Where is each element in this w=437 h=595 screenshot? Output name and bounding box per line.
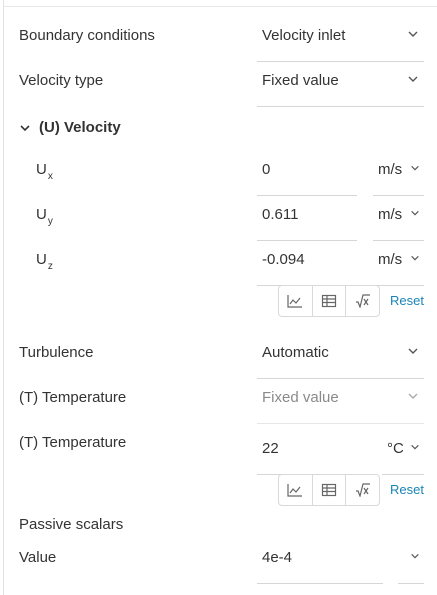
- formula-button[interactable]: [346, 475, 379, 505]
- line-chart-icon: [287, 295, 303, 308]
- boundary-conditions-label: Boundary conditions: [19, 27, 155, 44]
- chevron-down-icon: [411, 165, 419, 171]
- uy-value: 0.611: [262, 206, 299, 223]
- ux-unit-value: m/s: [378, 161, 403, 178]
- uz-label-sub: z: [47, 261, 53, 272]
- velocity-reset-link[interactable]: Reset: [390, 293, 424, 309]
- turbulence-row: Turbulence Automatic: [0, 343, 437, 383]
- chevron-down-icon: [408, 393, 418, 399]
- uz-unit-select[interactable]: m/s: [373, 250, 424, 286]
- table-icon: [321, 294, 337, 308]
- boundary-conditions-value: Velocity inlet: [262, 27, 346, 44]
- table-icon: [321, 483, 337, 497]
- chevron-down-icon: [408, 348, 418, 354]
- chart-button[interactable]: [279, 286, 313, 316]
- ux-label: Ux: [36, 160, 53, 182]
- formula-button[interactable]: [346, 286, 379, 316]
- uy-label-sub: y: [47, 216, 53, 227]
- temperature-value: 22: [262, 440, 279, 457]
- chevron-down-icon: [411, 444, 419, 450]
- uz-input[interactable]: -0.094: [257, 250, 357, 286]
- temperature-reset-link[interactable]: Reset: [390, 482, 424, 498]
- temperature-row: (T) Temperature 22 °C: [0, 433, 437, 475]
- temperature-unit-value: °C: [387, 440, 404, 457]
- chevron-down-icon: [408, 76, 418, 82]
- chevron-down-icon: [411, 553, 419, 559]
- ux-label-main: U: [36, 161, 47, 178]
- temperature-type-value: Fixed value: [262, 389, 339, 406]
- uy-label: Uy: [36, 205, 53, 227]
- ux-value: 0: [262, 161, 271, 178]
- ux-input[interactable]: 0: [257, 160, 357, 196]
- velocity-section-toggle[interactable]: (U) Velocity: [19, 118, 121, 138]
- uy-input[interactable]: 0.611: [257, 205, 357, 241]
- uz-label-main: U: [36, 251, 47, 268]
- line-chart-icon: [287, 484, 303, 497]
- scalar-value-label: Value: [19, 549, 57, 566]
- velocity-type-label: Velocity type: [19, 72, 104, 89]
- temperature-input[interactable]: 22: [257, 439, 367, 475]
- ux-unit-select[interactable]: m/s: [373, 160, 424, 196]
- uz-label: Uz: [36, 250, 53, 272]
- chevron-down-icon: [411, 210, 419, 216]
- turbulence-label: Turbulence: [19, 344, 94, 361]
- velocity-type-value: Fixed value: [262, 72, 339, 89]
- table-button[interactable]: [313, 475, 347, 505]
- scalar-value-value: 4e-4: [262, 549, 293, 566]
- ux-label-sub: x: [47, 171, 53, 182]
- passive-scalars-label: Passive scalars: [19, 516, 124, 533]
- uy-unit-value: m/s: [378, 206, 403, 223]
- temperature-type-row: (T) Temperature Fixed value: [0, 388, 437, 428]
- chevron-down-icon: [411, 255, 419, 261]
- temperature-toolbar: [278, 474, 380, 506]
- boundary-conditions-row: Boundary conditions Velocity inlet: [0, 26, 437, 66]
- velocity-type-row: Velocity type Fixed value: [0, 71, 437, 111]
- square-root-icon: [355, 483, 370, 497]
- table-button[interactable]: [313, 286, 347, 316]
- scalar-unit-select[interactable]: [398, 548, 424, 584]
- turbulence-value: Automatic: [262, 344, 329, 361]
- velocity-type-select[interactable]: Fixed value: [257, 71, 424, 107]
- temperature-label: (T) Temperature: [19, 434, 127, 451]
- square-root-icon: [355, 294, 370, 308]
- uz-unit-value: m/s: [378, 251, 403, 268]
- temperature-unit-select[interactable]: °C: [382, 439, 424, 475]
- velocity-uz-row: Uz -0.094 m/s: [0, 250, 437, 290]
- velocity-uy-row: Uy 0.611 m/s: [0, 205, 437, 245]
- velocity-ux-row: Ux 0 m/s: [0, 160, 437, 200]
- boundary-conditions-select[interactable]: Velocity inlet: [257, 26, 424, 62]
- scalar-value-input[interactable]: 4e-4: [257, 548, 383, 584]
- turbulence-select[interactable]: Automatic: [257, 343, 424, 379]
- scalar-value-row: Value 4e-4: [0, 548, 437, 588]
- uz-value: -0.094: [262, 251, 305, 268]
- panel-top-border: [3, 6, 437, 7]
- passive-scalars-row: Passive scalars: [0, 515, 437, 535]
- temperature-type-label: (T) Temperature: [19, 389, 127, 406]
- chart-button[interactable]: [279, 475, 313, 505]
- chevron-down-icon: [408, 31, 418, 37]
- velocity-section-title: (U) Velocity: [39, 119, 121, 136]
- chevron-down-icon: [20, 125, 30, 132]
- uy-label-main: U: [36, 206, 47, 223]
- velocity-toolbar: [278, 285, 380, 317]
- uy-unit-select[interactable]: m/s: [373, 205, 424, 241]
- temperature-type-select[interactable]: Fixed value: [257, 388, 424, 424]
